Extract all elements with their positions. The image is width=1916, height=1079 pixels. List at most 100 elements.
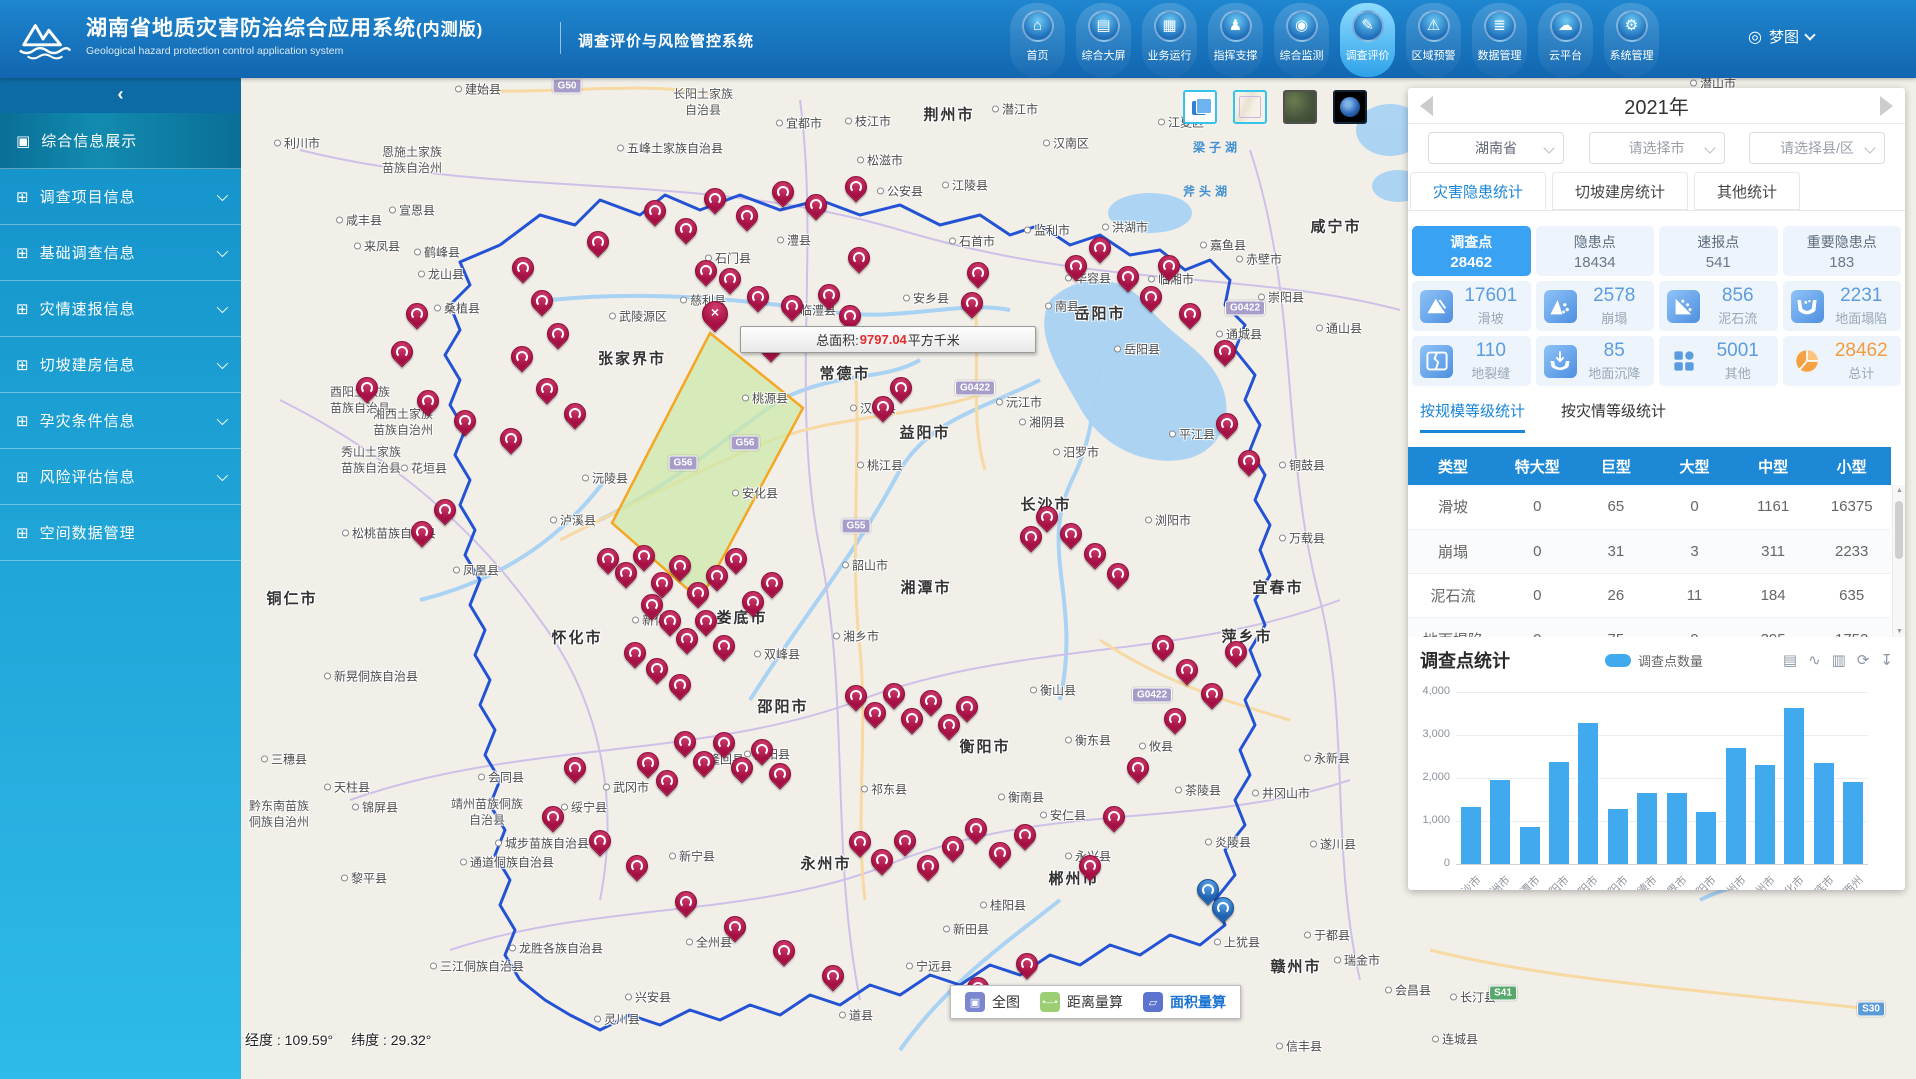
region-select-2[interactable]: 请选择县/区 [1749,132,1885,164]
pin-glyph [1122,271,1134,283]
pin-glyph [854,836,866,848]
chart-legend[interactable]: 调查点数量 [1605,651,1703,670]
pin-glyph [1065,528,1077,540]
card-地面沉降[interactable]: 85地面沉降 [1536,336,1655,386]
table-scrollbar[interactable]: ▲ ▼ [1892,485,1905,637]
layer-switcher [1183,90,1367,124]
scroll-up-icon[interactable]: ▲ [1896,487,1903,494]
sidebar-item-调查项目信息[interactable]: ⊞调查项目信息 [0,169,241,225]
road-shield: G0422 [1132,688,1172,703]
card-value: 5001 [1706,340,1770,362]
chart-bar-娄底市[interactable] [1814,763,1834,864]
tab-切坡建房统计[interactable]: 切坡建房统计 [1552,172,1688,210]
chart-bar-岳阳市[interactable] [1608,809,1628,864]
layers-icon[interactable] [1183,90,1217,124]
chart-bar-长沙市[interactable] [1461,807,1481,864]
card-调查点[interactable]: 调查点28462 [1412,226,1531,276]
table-row[interactable]: 泥石流02611184635 [1408,573,1891,617]
full-extent-button[interactable]: ▣ 全图 [965,992,1020,1012]
sidebar-item-孕灾条件信息[interactable]: ⊞孕灾条件信息 [0,393,241,449]
satellite-thumbnail[interactable] [1283,90,1317,124]
map-label: 洪湖市 [1102,219,1148,236]
nav-item-首页[interactable]: ⌂首页 [1010,3,1065,77]
sidebar-item-综合信息展示[interactable]: ▣综合信息展示 [0,113,241,169]
card-崩塌[interactable]: 2578崩塌 [1536,281,1655,331]
sidebar-item-灾情速报信息[interactable]: ⊞灾情速报信息 [0,281,241,337]
subtab-按灾情等级统计[interactable]: 按灾情等级统计 [1561,400,1666,433]
region-select-0[interactable]: 湖南省 [1428,132,1564,164]
table-cell: 0 [1498,617,1577,637]
map-label: 灵川县 [594,1011,640,1028]
summary-cards: 调查点28462隐患点18434速报点541重要隐患点183 [1408,211,1905,276]
chart-bar-邵阳市[interactable] [1578,723,1598,864]
card-总计[interactable]: 28462总计 [1783,336,1902,386]
tab-其他统计[interactable]: 其他统计 [1694,172,1800,210]
card-重要隐患点[interactable]: 重要隐患点183 [1783,226,1902,276]
nav-item-系统管理[interactable]: ⚙系统管理 [1604,3,1659,77]
region-select-1[interactable]: 请选择市 [1589,132,1725,164]
nav-item-调查评价[interactable]: ✎调查评价 [1340,3,1395,77]
pin-glyph [620,567,632,579]
sidebar-item-空间数据管理[interactable]: ⊞空间数据管理 [0,505,241,561]
map-label: 石首市 [949,233,995,250]
chart-bar-常德市[interactable] [1637,793,1657,864]
scrollbar-thumb[interactable] [1895,501,1903,559]
sidebar-item-风险评估信息[interactable]: ⊞风险评估信息 [0,449,241,505]
sub-tabs: 按规模等级统计 按灾情等级统计 [1408,386,1905,433]
chart-bar-张家界市[interactable] [1667,793,1687,864]
next-year-arrow[interactable] [1880,96,1893,116]
line-chart-icon[interactable]: ∿ [1808,651,1821,669]
card-隐患点[interactable]: 隐患点18434 [1536,226,1655,276]
card-其他[interactable]: 5001其他 [1659,336,1778,386]
map-label: 梁子湖 [1193,139,1241,156]
chart-bar-益阳市[interactable] [1696,812,1716,864]
eye-icon: ◎ [1748,27,1762,47]
table-row[interactable]: 崩塌03133112233 [1408,529,1891,573]
bar-chart-icon[interactable]: ▥ [1832,651,1846,669]
nav-item-区域预警[interactable]: ⚠区域预警 [1406,3,1461,77]
card-地面塌陷[interactable]: 2231地面塌陷 [1783,281,1902,331]
card-滑坡[interactable]: 17601滑坡 [1412,281,1531,331]
download-icon[interactable]: ↧ [1880,651,1893,669]
chart-bar-怀化市[interactable] [1784,708,1804,864]
street-map-thumbnail[interactable] [1233,90,1267,124]
chart-bar-湘潭市[interactable] [1520,827,1540,864]
chart-bar-永州市[interactable] [1755,765,1775,864]
nav-item-云平台[interactable]: ☁云平台 [1538,3,1593,77]
table-body[interactable]: 滑坡0650116116375崩塌03133112233泥石流026111846… [1408,485,1905,637]
nav-item-数据管理[interactable]: ≣数据管理 [1472,3,1527,77]
chevron-down-icon [217,357,228,368]
nav-item-指挥支撑[interactable]: ♟指挥支撑 [1208,3,1263,77]
card-label: 调查点 [1450,232,1492,252]
nav-item-业务运行[interactable]: ▦业务运行 [1142,3,1197,77]
globe-thumbnail[interactable] [1333,90,1367,124]
prev-year-arrow[interactable] [1420,96,1433,116]
sidebar-collapse-button[interactable]: ‹ [0,78,241,113]
chart-bar-衡阳市[interactable] [1549,762,1569,864]
user-menu[interactable]: ◎ 梦图 [1748,26,1814,47]
distance-measure-button[interactable]: •—• 距离量算 [1040,992,1123,1012]
map-label: 凤凰县 [453,562,499,579]
pin-glyph [925,695,937,707]
card-速报点[interactable]: 速报点541 [1659,226,1778,276]
sidebar-item-基础调查信息[interactable]: ⊞基础调查信息 [0,225,241,281]
col-header-巨型: 巨型 [1577,447,1656,485]
card-地裂缝[interactable]: 110地裂缝 [1412,336,1531,386]
chart-bar-郴州市[interactable] [1726,748,1746,864]
scroll-down-icon[interactable]: ▼ [1896,628,1903,635]
nav-item-label: 首页 [1010,47,1065,63]
nav-item-综合大屏[interactable]: ▤综合大屏 [1076,3,1131,77]
area-measure-button[interactable]: ▱ 面积量算 [1143,992,1226,1012]
chart-bar-株洲市[interactable] [1490,780,1510,864]
subtab-按规模等级统计[interactable]: 按规模等级统计 [1420,400,1525,433]
tab-灾害隐患统计[interactable]: 灾害隐患统计 [1410,172,1546,210]
refresh-icon[interactable]: ⟳ [1857,651,1870,669]
table-row[interactable]: 滑坡0650116116375 [1408,485,1891,529]
table-row[interactable]: 地面塌陷07593951752 [1408,617,1891,637]
chart-bar-湘西州[interactable] [1843,782,1863,864]
data-view-icon[interactable]: ▤ [1783,651,1797,669]
nav-item-综合监测[interactable]: ◉综合监测 [1274,3,1329,77]
card-泥石流[interactable]: 856泥石流 [1659,281,1778,331]
pin-glyph [730,553,742,565]
sidebar-item-切坡建房信息[interactable]: ⊞切坡建房信息 [0,337,241,393]
